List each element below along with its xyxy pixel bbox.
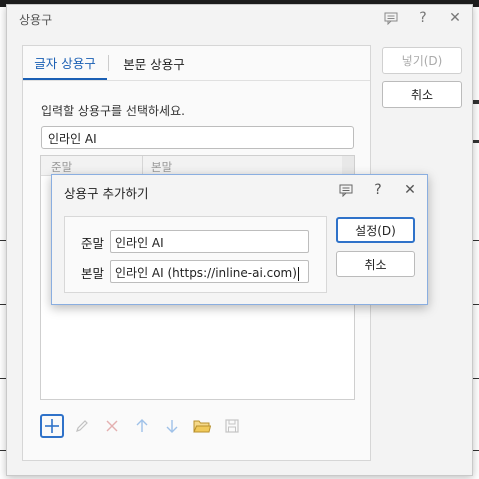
search-input[interactable]: 인라인 AI [41,126,354,149]
sub-cancel-button-label: 취소 [364,257,387,272]
insert-button-label: 넣기(D) [401,54,443,68]
save-icon[interactable] [220,414,244,438]
long-input-value: 인라인 AI (https://inline-ai.com) [115,266,297,280]
tab-text-autotext[interactable]: 글자 상용구 [23,46,107,80]
fields-group: 준말 인라인 AI 본말 인라인 AI (https://inline-ai.c… [64,216,327,293]
set-button-label: 설정(D) [355,223,396,238]
background-fragment [473,100,479,104]
delete-icon[interactable] [100,414,124,438]
long-input[interactable]: 인라인 AI (https://inline-ai.com) [110,260,309,283]
scrollbar[interactable] [342,156,354,176]
tab-body-autotext[interactable]: 본문 상용구 [109,46,199,80]
long-label: 본말 [81,266,105,281]
short-input[interactable]: 인라인 AI [110,230,309,253]
cancel-button[interactable]: 취소 [382,81,462,108]
move-up-icon[interactable] [130,414,154,438]
instruction-text: 입력할 상용구를 선택하세요. [41,104,185,118]
insert-button[interactable]: 넣기(D) [382,47,462,74]
close-icon[interactable]: ✕ [446,9,464,27]
sub-cancel-button[interactable]: 취소 [336,251,415,277]
tab-underline [23,80,370,81]
add-autotext-dialog: 상용구 추가하기 ? ✕ 준말 인라인 AI 본말 인라인 AI (https:… [51,174,428,305]
sub-dialog-title: 상용구 추가하기 [64,186,149,201]
column-divider [142,156,143,176]
open-folder-icon[interactable] [190,414,214,438]
background-fragment [473,140,479,143]
column-header-long[interactable]: 본말 [151,159,172,175]
dialog-titlebar[interactable]: 상용구 ? ✕ [7,5,472,33]
list-toolbar [40,414,244,438]
edit-icon[interactable] [70,414,94,438]
short-label: 준말 [81,236,105,251]
column-header-short[interactable]: 준말 [51,159,72,175]
close-icon[interactable]: ✕ [401,181,419,199]
add-icon[interactable] [40,414,64,438]
help-icon[interactable]: ? [369,181,387,199]
comment-icon[interactable] [337,181,355,199]
move-down-icon[interactable] [160,414,184,438]
cancel-button-label: 취소 [410,88,434,102]
list-header: 준말 본말 [41,156,354,176]
comment-icon[interactable] [382,9,400,27]
dialog-title: 상용구 [19,13,53,27]
help-icon[interactable]: ? [414,9,432,27]
text-caret [297,266,299,281]
set-button[interactable]: 설정(D) [336,217,415,243]
